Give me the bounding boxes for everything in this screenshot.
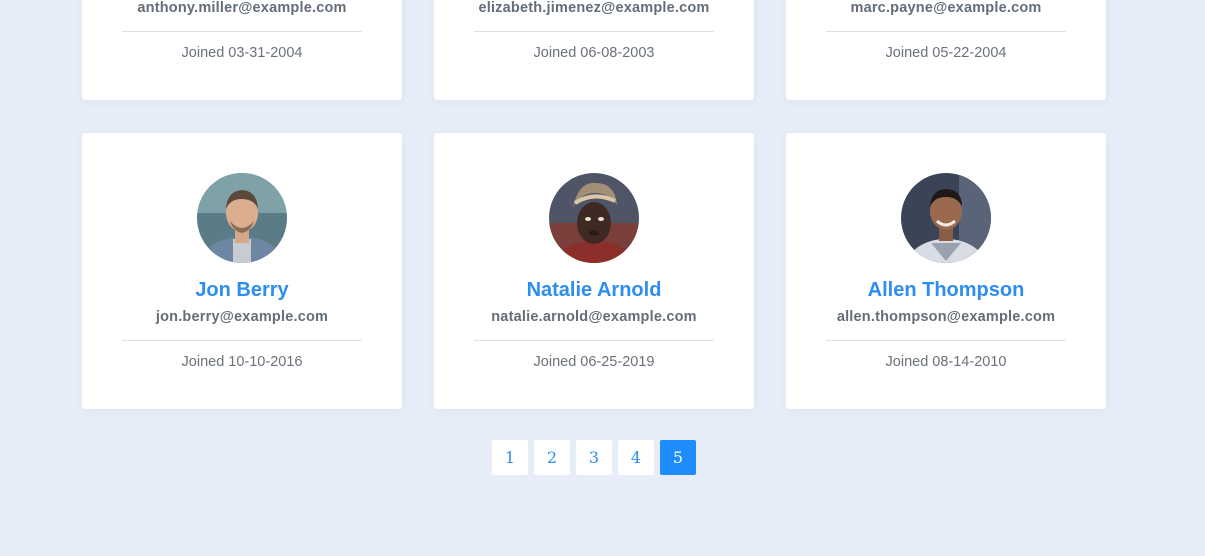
avatar xyxy=(901,173,991,263)
user-email: anthony.miller@example.com xyxy=(137,0,347,16)
page-button-4[interactable]: 4 xyxy=(618,440,654,475)
user-joined-date: Joined 06-08-2003 xyxy=(533,45,655,61)
user-email: jon.berry@example.com xyxy=(155,309,329,325)
user-card: marc.payne@example.com Joined 05-22-2004 xyxy=(786,0,1106,100)
user-email: marc.payne@example.com xyxy=(850,0,1042,16)
divider xyxy=(122,340,362,341)
user-card: Jon Berry jon.berry@example.com Joined 1… xyxy=(82,133,402,409)
user-card: Allen Thompson allen.thompson@example.co… xyxy=(786,133,1106,409)
page-button-1[interactable]: 1 xyxy=(492,440,528,475)
avatar xyxy=(197,173,287,263)
pagination: 1 2 3 4 5 xyxy=(492,440,696,475)
user-email: allen.thompson@example.com xyxy=(836,309,1056,325)
user-joined-date: Joined 10-10-2016 xyxy=(181,354,303,370)
user-name[interactable]: Allen Thompson xyxy=(786,278,1106,302)
user-card: anthony.miller@example.com Joined 03-31-… xyxy=(82,0,402,100)
divider xyxy=(826,31,1066,32)
user-card: Natalie Arnold natalie.arnold@example.co… xyxy=(434,133,754,409)
page-button-5-current[interactable]: 5 xyxy=(660,440,696,475)
user-joined-date: Joined 06-25-2019 xyxy=(533,354,655,370)
divider xyxy=(826,340,1066,341)
divider xyxy=(122,31,362,32)
avatar xyxy=(549,173,639,263)
user-name[interactable]: Natalie Arnold xyxy=(434,278,754,302)
divider xyxy=(474,31,714,32)
user-email: natalie.arnold@example.com xyxy=(491,309,697,325)
user-joined-date: Joined 05-22-2004 xyxy=(885,45,1007,61)
page-button-3[interactable]: 3 xyxy=(576,440,612,475)
user-card: elizabeth.jimenez@example.com Joined 06-… xyxy=(434,0,754,100)
user-joined-date: Joined 03-31-2004 xyxy=(181,45,303,61)
page-button-2[interactable]: 2 xyxy=(534,440,570,475)
divider xyxy=(474,340,714,341)
user-joined-date: Joined 08-14-2010 xyxy=(885,354,1007,370)
user-email: elizabeth.jimenez@example.com xyxy=(478,0,710,16)
user-name[interactable]: Jon Berry xyxy=(82,278,402,302)
